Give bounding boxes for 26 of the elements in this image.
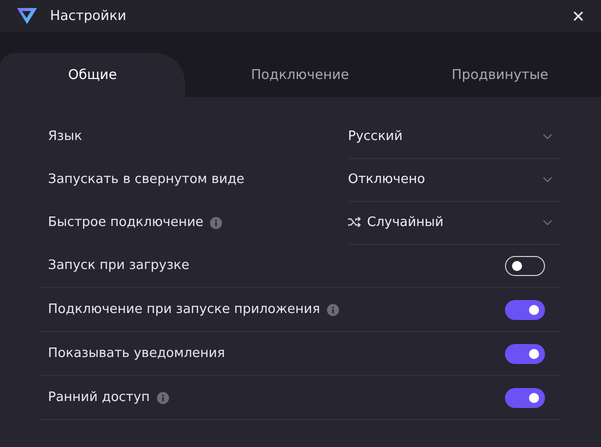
- setting-label: Подключение при запуске приложения: [48, 302, 320, 317]
- window-title: Настройки: [50, 8, 128, 24]
- toggle-switch[interactable]: [505, 300, 545, 320]
- toggle-switch[interactable]: [505, 256, 545, 276]
- chevron-down-icon: [543, 176, 552, 182]
- dropdown[interactable]: Русский: [348, 114, 560, 158]
- setting-label: Показывать уведомления: [48, 346, 225, 361]
- dropdown[interactable]: Отключено: [348, 158, 560, 202]
- dropdown[interactable]: Случайный: [348, 200, 560, 244]
- setting-label: Быстрое подключение: [48, 215, 204, 230]
- setting-label: Ранний доступ: [48, 390, 150, 405]
- app-logo-icon: [16, 7, 38, 25]
- settings-tab[interactable]: Подключение: [200, 53, 400, 97]
- toggle-switch[interactable]: [505, 388, 545, 408]
- info-icon[interactable]: [210, 216, 222, 228]
- setting-label: Язык: [48, 129, 82, 144]
- info-icon[interactable]: [156, 392, 169, 404]
- toggle-switch[interactable]: [505, 344, 545, 364]
- close-button[interactable]: ✕: [568, 6, 589, 26]
- setting-label: Запуск при загрузке: [48, 258, 190, 273]
- chevron-down-icon: [543, 134, 552, 138]
- chevron-down-icon: [543, 220, 552, 224]
- info-icon[interactable]: [327, 304, 340, 316]
- settings-tab[interactable]: Общие: [0, 53, 185, 97]
- setting-label: Запускать в свернутом виде: [48, 172, 244, 187]
- settings-tab[interactable]: Продвинутые: [400, 53, 600, 97]
